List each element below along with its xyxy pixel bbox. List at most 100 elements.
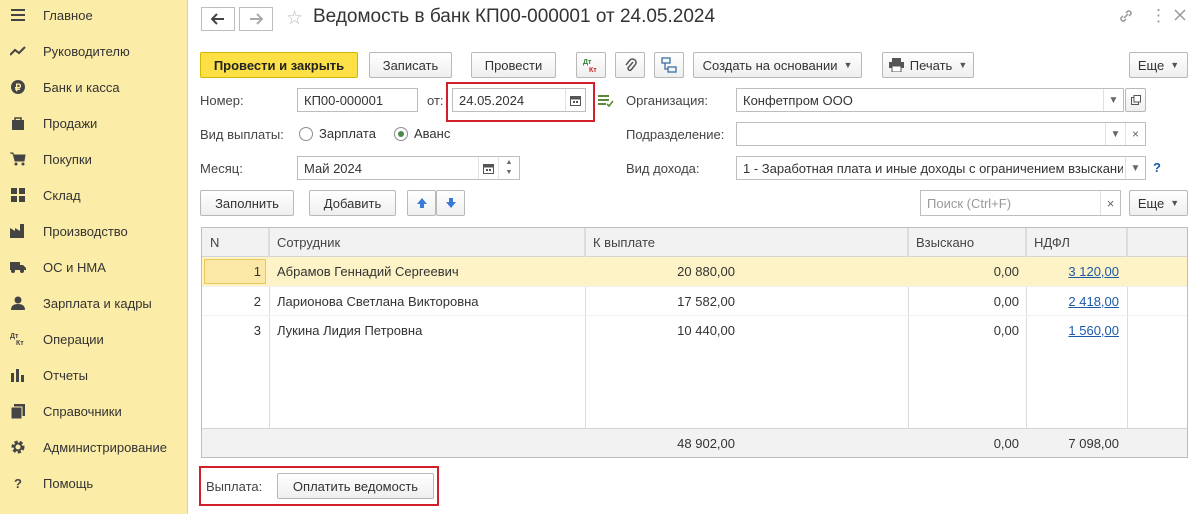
radio-salary[interactable] <box>299 127 313 141</box>
sidebar-item-label: Справочники <box>43 403 122 419</box>
chevron-down-icon: ▼ <box>958 60 968 70</box>
month-field[interactable]: Май 2024 ▲ ▼ <box>297 156 520 180</box>
structure-button[interactable] <box>654 52 684 78</box>
factory-icon <box>9 222 27 240</box>
cell-recovered: 0,00 <box>993 264 1019 279</box>
sidebar-item-label: Зарплата и кадры <box>43 295 152 311</box>
sidebar-item-label: Помощь <box>43 475 94 491</box>
cell-ndfl-link[interactable]: 2 418,00 <box>1026 287 1119 316</box>
search-placeholder: Поиск (Ctrl+F) <box>927 195 1012 211</box>
document-form: ☆ Ведомость в банк КП00-000001 от 24.05.… <box>189 0 1200 514</box>
open-organization-button[interactable] <box>1125 88 1146 112</box>
organization-field[interactable]: Конфетпром ООО ▼ <box>736 88 1124 112</box>
dt-kt-icon: ДтКт <box>583 59 597 73</box>
radio-advance-label[interactable]: Аванс <box>414 126 450 141</box>
sidebar-item-admin[interactable]: Администрирование <box>0 429 188 465</box>
sidebar: Главное Руководителю ₽ Банк и касса Прод… <box>0 0 188 514</box>
cell-ndfl-link[interactable]: 3 120,00 <box>1026 257 1119 286</box>
sidebar-item-help[interactable]: ? Помощь <box>0 465 188 501</box>
sidebar-item-label: Администрирование <box>43 439 167 455</box>
svg-text:₽: ₽ <box>15 83 22 94</box>
more-vertical-icon[interactable]: ⋮ <box>1150 6 1167 26</box>
department-field[interactable]: ▼ × <box>736 122 1146 146</box>
calendar-icon[interactable] <box>478 157 498 179</box>
cell-to-pay: 20 880,00 <box>677 264 735 279</box>
cell-recovered: 0,00 <box>993 294 1019 309</box>
clear-search-icon[interactable]: × <box>1100 191 1120 215</box>
sidebar-item-sales[interactable]: Продажи <box>0 105 188 141</box>
attach-button[interactable] <box>615 52 645 78</box>
gear-icon <box>9 438 27 456</box>
table-row[interactable]: 3 Лукина Лидия Петровна 10 440,00 0,00 1… <box>202 315 1187 344</box>
print-button[interactable]: Печать ▼ <box>882 52 974 78</box>
save-button[interactable]: Записать <box>369 52 452 78</box>
chevron-down-icon[interactable]: ▼ <box>1125 157 1145 179</box>
table-row[interactable]: 2 Ларионова Светлана Викторовна 17 582,0… <box>202 286 1187 315</box>
column-header-recovered[interactable]: Взыскано <box>908 228 1026 257</box>
department-label: Подразделение: <box>626 127 725 142</box>
date-from-label: от: <box>427 93 444 108</box>
column-header-to-pay[interactable]: К выплате <box>585 228 908 257</box>
table-more-label: Еще <box>1137 195 1165 211</box>
sidebar-item-salary[interactable]: Зарплата и кадры <box>0 285 188 321</box>
chevron-down-icon: ▼ <box>1170 60 1180 70</box>
cell-to-pay: 10 440,00 <box>677 323 735 338</box>
sidebar-item-operations[interactable]: Дт Кт Операции <box>0 321 188 357</box>
move-down-button[interactable] <box>436 190 465 216</box>
income-type-field[interactable]: 1 - Заработная плата и иные доходы с огр… <box>736 156 1146 180</box>
column-header-n[interactable]: N <box>202 228 269 257</box>
sidebar-item-production[interactable]: Производство <box>0 213 188 249</box>
sidebar-item-main[interactable]: Главное <box>0 0 188 33</box>
forward-button[interactable] <box>239 7 273 31</box>
arrow-down-icon <box>445 198 456 208</box>
sidebar-item-catalogs[interactable]: Справочники <box>0 393 188 429</box>
dt-kt-icon: ДтКт <box>9 330 27 348</box>
total-to-pay: 48 902,00 <box>677 436 735 451</box>
sidebar-item-bank[interactable]: ₽ Банк и касса <box>0 69 188 105</box>
post-button[interactable]: Провести <box>471 52 556 78</box>
sidebar-item-reports[interactable]: Отчеты <box>0 357 188 393</box>
open-window-icon <box>1130 95 1141 105</box>
move-up-button[interactable] <box>407 190 436 216</box>
payment-type-label: Вид выплаты: <box>200 127 284 142</box>
cell-ndfl-link[interactable]: 1 560,00 <box>1026 316 1119 345</box>
table-more-button[interactable]: Еще ▼ <box>1129 190 1188 216</box>
radio-advance[interactable] <box>394 127 408 141</box>
bar-chart-icon <box>9 366 27 384</box>
income-type-value: 1 - Заработная плата и иные доходы с огр… <box>743 160 1123 176</box>
dt-kt-button[interactable]: Дт Кт <box>576 52 606 78</box>
sidebar-item-assets[interactable]: ОС и НМА <box>0 249 188 285</box>
link-icon[interactable] <box>1118 8 1134 28</box>
back-button[interactable] <box>201 7 235 31</box>
chevron-down-icon[interactable]: ▼ <box>1105 123 1125 145</box>
truck-icon <box>9 258 27 276</box>
table-header: N Сотрудник К выплате Взыскано НДФЛ <box>202 228 1187 257</box>
cell-n: 1 <box>253 264 261 279</box>
more-button[interactable]: Еще ▼ <box>1129 52 1188 78</box>
spinner-icon[interactable]: ▲ ▼ <box>498 157 519 179</box>
post-and-close-button[interactable]: Провести и закрыть <box>200 52 358 78</box>
sidebar-item-purchases[interactable]: Покупки <box>0 141 188 177</box>
fill-button[interactable]: Заполнить <box>200 190 294 216</box>
number-field[interactable]: КП00-000001 <box>297 88 418 112</box>
radio-salary-label[interactable]: Зарплата <box>319 126 376 141</box>
grid-icon <box>9 186 27 204</box>
help-icon[interactable]: ? <box>1153 160 1161 175</box>
sidebar-item-manager[interactable]: Руководителю <box>0 33 188 69</box>
cell-n: 2 <box>253 294 261 309</box>
add-button[interactable]: Добавить <box>309 190 396 216</box>
pay-statement-button[interactable]: Оплатить ведомость <box>277 473 434 499</box>
create-based-on-button[interactable]: Создать на основании ▼ <box>693 52 862 78</box>
column-header-employee[interactable]: Сотрудник <box>269 228 585 257</box>
chevron-down-icon[interactable]: ▼ <box>1103 89 1123 111</box>
column-header-ndfl[interactable]: НДФЛ <box>1026 228 1127 257</box>
sidebar-item-warehouse[interactable]: Склад <box>0 177 188 213</box>
favorite-star-icon[interactable]: ☆ <box>286 7 303 30</box>
question-icon: ? <box>14 475 22 491</box>
month-value: Май 2024 <box>304 160 362 176</box>
close-icon[interactable] <box>1174 8 1186 25</box>
sidebar-item-label: Отчеты <box>43 367 88 383</box>
table-row[interactable]: 1 Абрамов Геннадий Сергеевич 20 880,00 0… <box>202 257 1187 286</box>
search-input[interactable]: Поиск (Ctrl+F) × <box>920 190 1121 216</box>
clear-icon[interactable]: × <box>1125 123 1145 145</box>
